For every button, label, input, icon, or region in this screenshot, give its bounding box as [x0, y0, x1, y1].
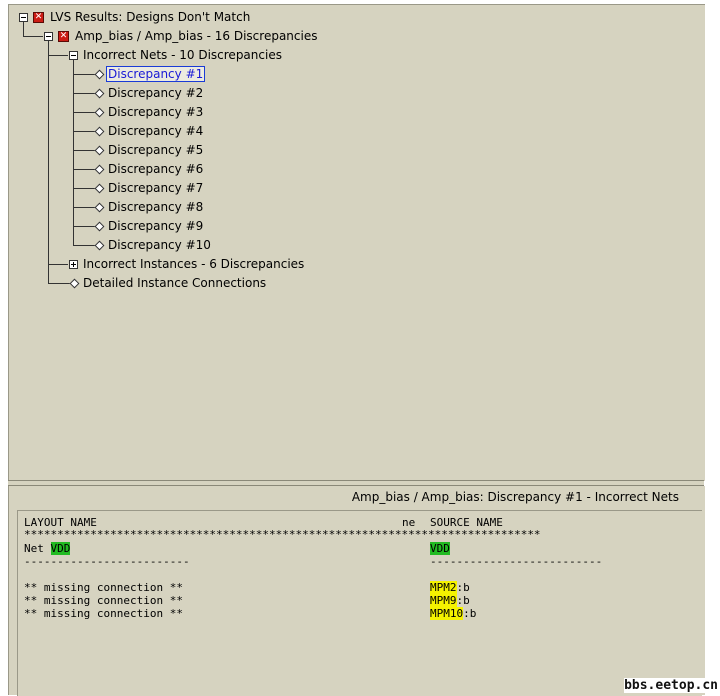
- source-net-line: VDD: [430, 542, 450, 555]
- source-dash-rule: --------------------------: [430, 555, 603, 568]
- tree-node-incorrect-nets[interactable]: Incorrect Nets - 10 Discrepancies: [82, 47, 283, 63]
- tree-node-label: Discrepancy #2: [108, 86, 204, 100]
- results-tree-pane[interactable]: ✕ LVS Results: Designs Don't Match ✕ Amp…: [8, 4, 705, 481]
- tree-connector: [48, 55, 68, 56]
- tree-connector: [73, 131, 95, 132]
- tree-connector: [73, 207, 95, 208]
- tree-connector: [73, 74, 95, 75]
- tree-node-label: Discrepancy #3: [108, 105, 204, 119]
- error-x-icon: ✕: [33, 12, 44, 23]
- source-net-name[interactable]: VDD: [430, 542, 450, 555]
- detail-title: Amp_bias / Amp_bias: Discrepancy #1 - In…: [351, 490, 679, 504]
- tree-connector: [73, 60, 74, 245]
- source-instance-name[interactable]: MPM10: [430, 607, 464, 620]
- source-pin-name: :b: [456, 594, 470, 607]
- tree-node-label: LVS Results: Designs Don't Match: [50, 10, 251, 24]
- layout-missing-connection: ** missing connection **: [24, 594, 183, 607]
- leaf-diamond-icon: [94, 69, 105, 80]
- net-prefix: Net: [24, 542, 51, 555]
- detail-report[interactable]: LAYOUT NAME ne SOURCE NAME *************…: [17, 510, 702, 696]
- tree-node-cell[interactable]: Amp_bias / Amp_bias - 16 Discrepancies: [74, 28, 318, 44]
- source-instance-name[interactable]: MPM9: [430, 594, 457, 607]
- tree-connector: [73, 112, 95, 113]
- leaf-diamond-icon: [69, 278, 80, 289]
- tree-node-discrepancy[interactable]: Discrepancy #7: [107, 180, 204, 196]
- tree-connector: [73, 226, 95, 227]
- results-tree: ✕ LVS Results: Designs Don't Match ✕ Amp…: [9, 5, 705, 481]
- tree-node-label: Incorrect Instances - 6 Discrepancies: [83, 257, 305, 271]
- tree-node-discrepancy[interactable]: Discrepancy #8: [107, 199, 204, 215]
- tree-node-discrepancy[interactable]: Discrepancy #10: [107, 237, 212, 253]
- source-pin-name: :b: [456, 581, 470, 594]
- leaf-diamond-icon: [94, 88, 105, 99]
- collapse-toggle[interactable]: [19, 13, 28, 22]
- tree-node-discrepancy[interactable]: Discrepancy #3: [107, 104, 204, 120]
- layout-missing-connection: ** missing connection **: [24, 581, 183, 594]
- tree-connector: [73, 169, 95, 170]
- tree-node-discrepancy[interactable]: Discrepancy #4: [107, 123, 204, 139]
- tree-connector: [48, 41, 49, 283]
- layout-missing-connection: ** missing connection **: [24, 607, 183, 620]
- tree-node-label: Incorrect Nets - 10 Discrepancies: [83, 48, 282, 62]
- tree-node-label: Discrepancy #8: [108, 200, 204, 214]
- source-pin-name: :b: [463, 607, 477, 620]
- tree-connector: [48, 264, 68, 265]
- source-connection: MPM10:b: [430, 607, 476, 620]
- layout-net-line: Net VDD: [24, 542, 71, 555]
- tree-connector: [23, 22, 24, 37]
- lvs-window: ✕ LVS Results: Designs Don't Match ✕ Amp…: [0, 0, 720, 696]
- expand-toggle[interactable]: [69, 260, 78, 269]
- collapse-toggle[interactable]: [44, 32, 53, 41]
- leaf-diamond-icon: [94, 164, 105, 175]
- tree-node-label: Discrepancy #9: [108, 219, 204, 233]
- tree-node-label: Amp_bias / Amp_bias - 16 Discrepancies: [75, 29, 318, 43]
- source-connection: MPM9:b: [430, 594, 470, 607]
- collapse-toggle[interactable]: [69, 51, 78, 60]
- tree-node-discrepancy[interactable]: Discrepancy #1: [105, 66, 206, 82]
- tree-node-root[interactable]: LVS Results: Designs Don't Match: [49, 9, 251, 25]
- watermark-text: bbs.eetop.cn: [624, 678, 718, 693]
- source-instance-name[interactable]: MPM2: [430, 581, 457, 594]
- tree-node-discrepancy[interactable]: Discrepancy #5: [107, 142, 204, 158]
- detail-pane: Amp_bias / Amp_bias: Discrepancy #1 - In…: [8, 486, 705, 696]
- tree-node-label: Discrepancy #10: [108, 238, 211, 252]
- tree-node-detailed-connections[interactable]: Detailed Instance Connections: [82, 275, 267, 291]
- tree-node-discrepancy[interactable]: Discrepancy #2: [107, 85, 204, 101]
- leaf-diamond-icon: [94, 183, 105, 194]
- leaf-diamond-icon: [94, 126, 105, 137]
- tree-node-label: Discrepancy #5: [108, 143, 204, 157]
- star-rule: ****************************************…: [24, 528, 541, 541]
- tree-node-label: Discrepancy #7: [108, 181, 204, 195]
- source-connection: MPM2:b: [430, 581, 470, 594]
- tree-connector: [73, 93, 95, 94]
- leaf-diamond-icon: [94, 221, 105, 232]
- tree-connector: [73, 188, 95, 189]
- tree-node-label: Discrepancy #6: [108, 162, 204, 176]
- tree-node-label: Discrepancy #1: [105, 66, 206, 82]
- tree-node-incorrect-instances[interactable]: Incorrect Instances - 6 Discrepancies: [82, 256, 305, 272]
- tree-node-discrepancy[interactable]: Discrepancy #9: [107, 218, 204, 234]
- error-x-icon: ✕: [58, 31, 69, 42]
- tree-node-label: Detailed Instance Connections: [83, 276, 267, 290]
- tree-connector: [48, 283, 70, 284]
- tree-connector: [73, 150, 95, 151]
- tree-connector: [23, 36, 43, 37]
- leaf-diamond-icon: [94, 240, 105, 251]
- tree-connector: [73, 245, 95, 246]
- leaf-diamond-icon: [94, 107, 105, 118]
- tree-node-discrepancy[interactable]: Discrepancy #6: [107, 161, 204, 177]
- tree-node-label: Discrepancy #4: [108, 124, 204, 138]
- leaf-diamond-icon: [94, 202, 105, 213]
- layout-net-name[interactable]: VDD: [50, 542, 71, 555]
- layout-dash-rule: -------------------------: [24, 555, 190, 568]
- leaf-diamond-icon: [94, 145, 105, 156]
